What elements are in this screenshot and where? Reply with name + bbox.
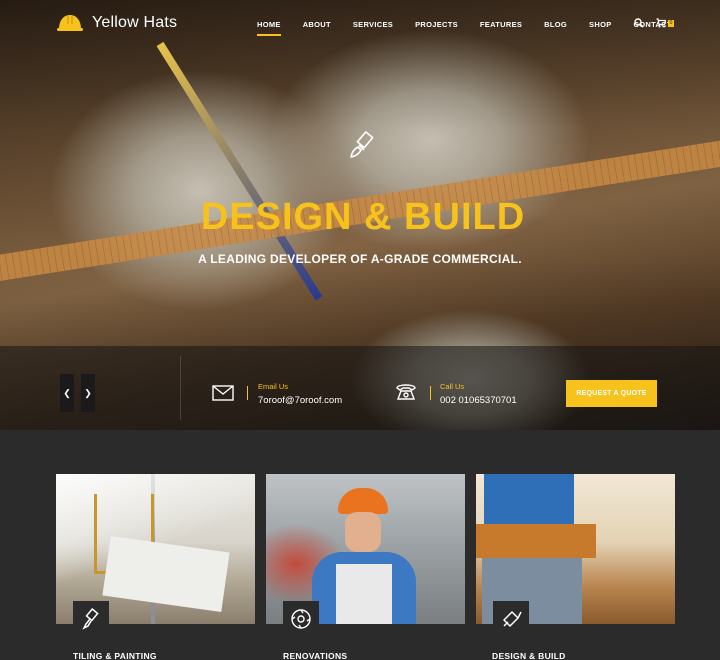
chevron-right-icon: ❯ xyxy=(84,387,92,398)
hero-title: DESIGN & BUILD xyxy=(200,196,526,238)
email-separator xyxy=(247,386,248,400)
tool-belt-graphic xyxy=(476,524,596,558)
service-title-design-build[interactable]: DESIGN & BUILD xyxy=(492,651,566,660)
cart-count-badge: 0 xyxy=(668,19,674,27)
search-icon[interactable] xyxy=(634,18,644,28)
contact-bar: ❮ ❯ Email Us 7oroof@7oroof.com Call Us 0… xyxy=(0,346,720,430)
hero-subtitle: A LEADING DEVELOPER OF A-GRADE COMMERCIA… xyxy=(198,252,522,266)
menu-item-shop[interactable]: SHOP xyxy=(589,20,611,29)
phone-value[interactable]: 002 01065370701 xyxy=(440,395,517,406)
email-value[interactable]: 7oroof@7oroof.com xyxy=(258,395,342,406)
nav-icons: 0 xyxy=(634,18,674,28)
main-menu: HOME ABOUT SERVICES PROJECTS FEATURES BL… xyxy=(257,20,694,36)
worker-face-graphic xyxy=(345,512,381,552)
cart-icon xyxy=(656,18,666,28)
cart-button[interactable]: 0 xyxy=(656,18,674,28)
tiling-icon-box xyxy=(73,601,109,637)
email-label: Email Us xyxy=(258,382,289,391)
menu-item-services[interactable]: SERVICES xyxy=(353,20,393,29)
menu-item-home[interactable]: HOME xyxy=(257,20,281,36)
hard-hat-graphic xyxy=(338,488,388,514)
request-quote-button[interactable]: REQUEST A QUOTE xyxy=(566,380,657,407)
saw-blade-icon xyxy=(291,609,311,629)
trowel-icon xyxy=(503,611,522,627)
worker-apron-graphic xyxy=(336,564,392,624)
divider xyxy=(180,356,181,420)
menu-item-projects[interactable]: PROJECTS xyxy=(415,20,458,29)
envelope-icon xyxy=(212,385,234,401)
slider-next-button[interactable]: ❯ xyxy=(81,374,95,412)
top-navigation: Yellow Hats HOME ABOUT SERVICES PROJECTS… xyxy=(0,0,720,52)
phone-label: Call Us xyxy=(440,382,465,391)
services-section: TILING & PAINTING RENOVATIONS DESIGN & B… xyxy=(0,430,720,660)
phone-separator xyxy=(430,386,431,400)
worker-shirt-graphic xyxy=(484,474,574,526)
paint-brush-icon xyxy=(350,131,374,158)
paint-roller-icon xyxy=(82,608,99,630)
renovations-icon-box xyxy=(283,601,319,637)
logo[interactable]: Yellow Hats xyxy=(56,12,177,34)
menu-item-about[interactable]: ABOUT xyxy=(303,20,331,29)
menu-item-features[interactable]: FEATURES xyxy=(480,20,522,29)
menu-item-blog[interactable]: BLOG xyxy=(544,20,567,29)
chevron-left-icon: ❮ xyxy=(63,387,71,398)
phone-icon xyxy=(396,384,416,400)
slider-prev-button[interactable]: ❮ xyxy=(60,374,74,412)
blueprint-graphic xyxy=(102,535,230,613)
hard-hat-icon xyxy=(57,15,83,31)
logo-text: Yellow Hats xyxy=(92,14,178,31)
service-title-renovations[interactable]: RENOVATIONS xyxy=(283,651,347,660)
service-title-tiling[interactable]: TILING & PAINTING xyxy=(73,651,157,660)
design-build-icon-box xyxy=(493,601,529,637)
